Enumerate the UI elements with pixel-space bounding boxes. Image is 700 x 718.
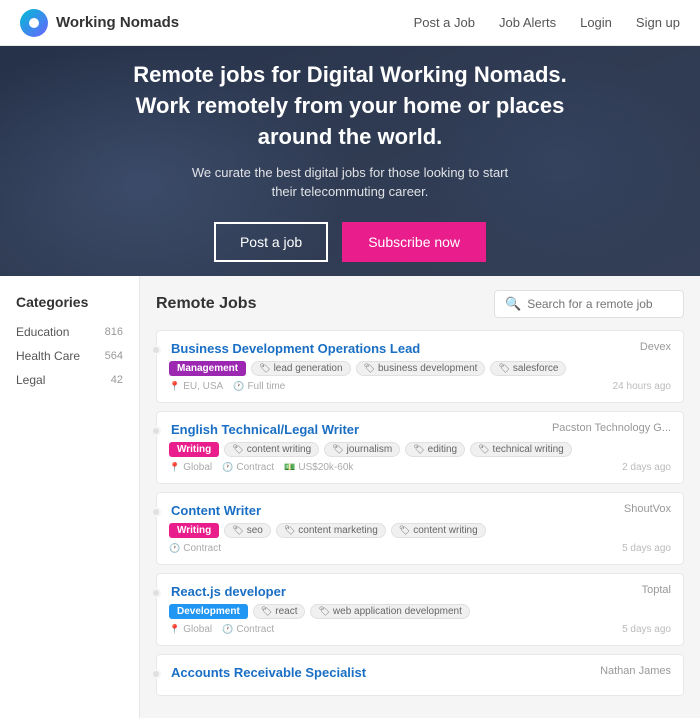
tag-pill: editing: [405, 442, 465, 457]
job-meta: EU, USA Full time 24 hours ago: [169, 381, 671, 392]
job-company: ShoutVox: [624, 503, 671, 515]
sidebar-label-legal: Legal: [16, 373, 45, 387]
nav-login[interactable]: Login: [580, 15, 612, 30]
job-tags: Development react web application developm…: [169, 604, 671, 619]
hero-headline: Remote jobs for Digital Working Nomads. …: [120, 60, 580, 152]
search-input[interactable]: [527, 297, 673, 311]
job-card-top: English Technical/Legal Writer Pacston T…: [169, 422, 671, 437]
logo-icon: [20, 9, 48, 37]
sidebar-title: Categories: [16, 294, 123, 310]
brand-name: Working Nomads: [56, 14, 179, 31]
sidebar-label-healthcare: Health Care: [16, 349, 80, 363]
job-card-top: React.js developer Toptal: [169, 584, 671, 599]
search-box[interactable]: 🔍: [494, 290, 684, 318]
nav-post-job[interactable]: Post a Job: [414, 15, 475, 30]
tag-pill: web application development: [310, 604, 469, 619]
category-badge: Management: [169, 361, 246, 376]
job-meta-left: Contract: [169, 543, 221, 554]
post-job-button[interactable]: Post a job: [214, 222, 328, 262]
sidebar-count-healthcare: 564: [105, 350, 123, 362]
logo-inner: [29, 18, 39, 28]
navbar: Working Nomads Post a Job Job Alerts Log…: [0, 0, 700, 46]
brand: Working Nomads: [20, 9, 414, 37]
sidebar: Categories Education 816 Health Care 564…: [0, 276, 140, 718]
job-dot: [151, 507, 161, 517]
tag-pill: journalism: [324, 442, 400, 457]
main-layout: Categories Education 816 Health Care 564…: [0, 276, 700, 718]
job-meta: Global Contract US$20k-60k 2 days ago: [169, 462, 671, 473]
job-location: Global: [169, 462, 212, 473]
tag-pill: technical writing: [470, 442, 572, 457]
job-location: EU, USA: [169, 381, 223, 392]
job-dot: [151, 345, 161, 355]
jobs-title: Remote Jobs: [156, 295, 256, 313]
sidebar-count-legal: 42: [111, 374, 123, 386]
job-type: Full time: [233, 381, 285, 392]
jobs-area: Remote Jobs 🔍 Business Development Opera…: [140, 276, 700, 718]
job-list: Business Development Operations Lead Dev…: [156, 330, 684, 696]
sidebar-item-education[interactable]: Education 816: [16, 320, 123, 344]
hero-subtext: We curate the best digital jobs for thos…: [180, 163, 520, 202]
job-card-top: Content Writer ShoutVox: [169, 503, 671, 518]
job-dot: [151, 426, 161, 436]
job-type: Contract: [169, 543, 221, 554]
hero-section: Remote jobs for Digital Working Nomads. …: [0, 46, 700, 276]
job-dot: [151, 669, 161, 679]
job-company: Toptal: [642, 584, 671, 596]
tag-pill: business development: [356, 361, 486, 376]
job-card-top: Accounts Receivable Specialist Nathan Ja…: [169, 665, 671, 680]
tag-pill: react: [253, 604, 306, 619]
job-time: 24 hours ago: [613, 381, 671, 392]
job-card-top: Business Development Operations Lead Dev…: [169, 341, 671, 356]
job-dot: [151, 588, 161, 598]
job-title: React.js developer: [171, 584, 286, 599]
job-company: Pacston Technology G...: [552, 422, 671, 434]
job-title: Content Writer: [171, 503, 261, 518]
tag-pill: content writing: [224, 442, 319, 457]
sidebar-count-education: 816: [105, 326, 123, 338]
tag-pill: lead generation: [251, 361, 350, 376]
job-company: Devex: [640, 341, 671, 353]
hero-buttons: Post a job Subscribe now: [120, 222, 580, 262]
tag-pill: content writing: [391, 523, 486, 538]
hero-content: Remote jobs for Digital Working Nomads. …: [120, 60, 580, 261]
job-meta: Contract 5 days ago: [169, 543, 671, 554]
sidebar-item-healthcare[interactable]: Health Care 564: [16, 344, 123, 368]
job-card[interactable]: React.js developer Toptal Development rea…: [156, 573, 684, 646]
job-type: Contract: [222, 462, 274, 473]
job-title: Business Development Operations Lead: [171, 341, 420, 356]
job-time: 5 days ago: [622, 543, 671, 554]
job-tags: Management lead generation business develo…: [169, 361, 671, 376]
job-title: Accounts Receivable Specialist: [171, 665, 366, 680]
nav-job-alerts[interactable]: Job Alerts: [499, 15, 556, 30]
nav-signup[interactable]: Sign up: [636, 15, 680, 30]
job-company: Nathan James: [600, 665, 671, 677]
job-card[interactable]: English Technical/Legal Writer Pacston T…: [156, 411, 684, 484]
nav-links: Post a Job Job Alerts Login Sign up: [414, 15, 680, 30]
job-meta-left: Global Contract US$20k-60k: [169, 462, 353, 473]
job-card[interactable]: Accounts Receivable Specialist Nathan Ja…: [156, 654, 684, 696]
job-tags: Writing content writing journalism editing t…: [169, 442, 671, 457]
category-badge: Writing: [169, 442, 219, 457]
tag-pill: seo: [224, 523, 271, 538]
category-badge: Writing: [169, 523, 219, 538]
sidebar-item-legal[interactable]: Legal 42: [16, 368, 123, 392]
job-time: 2 days ago: [622, 462, 671, 473]
jobs-header: Remote Jobs 🔍: [156, 290, 684, 318]
tag-pill: content marketing: [276, 523, 386, 538]
category-badge: Development: [169, 604, 248, 619]
job-tags: Writing seo content marketing content writi…: [169, 523, 671, 538]
job-card[interactable]: Content Writer ShoutVox Writing seo conten…: [156, 492, 684, 565]
job-card[interactable]: Business Development Operations Lead Dev…: [156, 330, 684, 403]
sidebar-label-education: Education: [16, 325, 69, 339]
job-title: English Technical/Legal Writer: [171, 422, 359, 437]
job-meta-left: EU, USA Full time: [169, 381, 285, 392]
tag-pill: salesforce: [490, 361, 566, 376]
subscribe-button[interactable]: Subscribe now: [342, 222, 486, 262]
search-icon: 🔍: [505, 296, 521, 312]
job-salary: US$20k-60k: [284, 462, 353, 473]
